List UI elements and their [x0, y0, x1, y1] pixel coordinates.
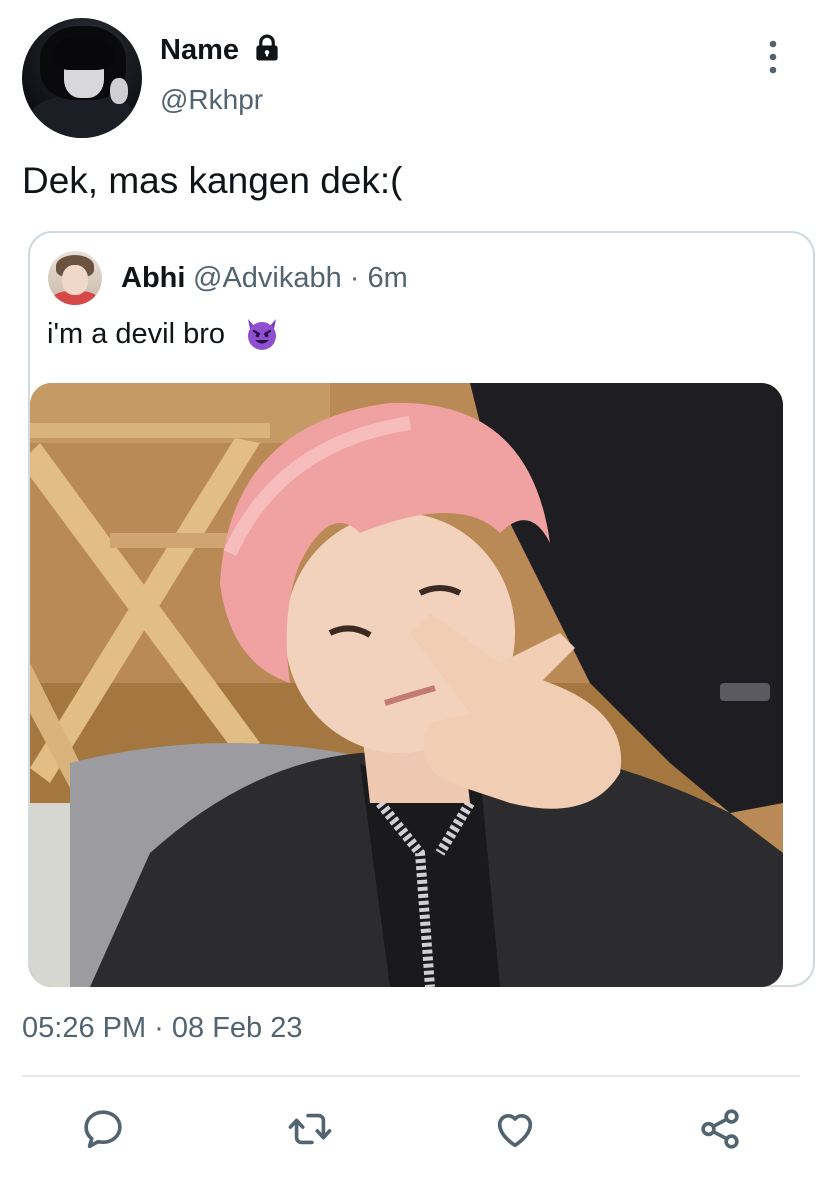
quoted-author-avatar[interactable] [48, 251, 102, 305]
smiling-devil-icon [248, 319, 276, 350]
retweet-icon[interactable] [287, 1106, 333, 1152]
tweet-text: Dek, mas kangen dek:( [22, 160, 403, 201]
divider [22, 1075, 800, 1077]
author-handle[interactable]: @Rkhpr [160, 84, 263, 116]
lock-icon [256, 34, 278, 61]
quoted-author-handle-time[interactable]: @Advikabh · 6m [193, 262, 408, 295]
tweet-timestamp[interactable]: 05:26 PM · 08 Feb 23 [22, 1012, 303, 1045]
quoted-tweet-photo[interactable] [30, 383, 783, 987]
reply-icon[interactable] [80, 1106, 126, 1152]
person-photo-illustration [30, 383, 783, 987]
more-options-icon[interactable] [760, 38, 786, 76]
share-icon[interactable] [697, 1106, 743, 1152]
like-icon[interactable] [492, 1106, 538, 1152]
quoted-tweet-text: i'm a devil bro [47, 318, 225, 350]
author-name[interactable]: Name [160, 34, 239, 67]
author-avatar[interactable] [22, 18, 142, 138]
quoted-author-name[interactable]: Abhi [121, 262, 185, 295]
